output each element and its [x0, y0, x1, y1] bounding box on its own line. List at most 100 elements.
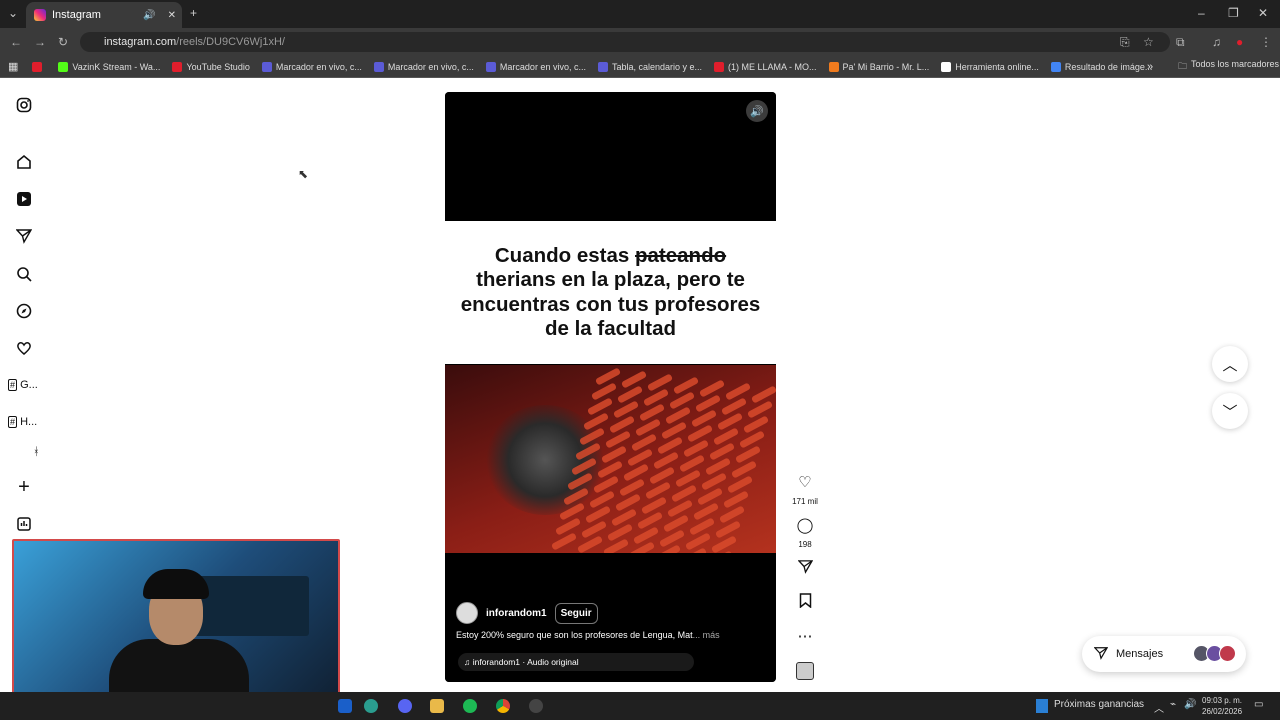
share-icon[interactable]: [790, 559, 820, 578]
minimize-icon[interactable]: –: [1198, 6, 1205, 20]
reel-video[interactable]: 🔊 Cuando estas pateando therians en la p…: [445, 92, 776, 682]
dashboard-icon[interactable]: [14, 514, 34, 534]
follow-button[interactable]: Seguir: [554, 602, 598, 624]
bookmark-item[interactable]: (1) ME LLAMA - MO...: [714, 61, 817, 72]
comment-icon[interactable]: ◯: [790, 516, 820, 534]
heart-icon[interactable]: [14, 338, 34, 358]
discord-icon[interactable]: [398, 699, 412, 713]
audio-pill[interactable]: ♫ inforandom1 · Audio original: [458, 653, 694, 671]
footage-stripe: [550, 532, 578, 551]
clock[interactable]: 09:03 p. m. 26/02/2026: [1202, 695, 1242, 717]
bookmark-favicon-icon: [172, 61, 183, 72]
back-icon[interactable]: ←: [10, 35, 22, 49]
url-field[interactable]: instagram.com/reels/DU9CV6Wj1xH/: [80, 32, 1170, 52]
bookmark-item[interactable]: Tabla, calendario y e...: [597, 61, 702, 72]
hashtag-item-2[interactable]: # H...: [8, 416, 37, 428]
more-bookmarks-icon[interactable]: »: [1147, 61, 1153, 73]
apps-grid-icon[interactable]: ▦: [8, 60, 18, 73]
footage-stripe: [672, 376, 700, 395]
footage-stripe: [654, 544, 682, 553]
bookmark-favicon-icon: [597, 61, 608, 72]
volume-icon[interactable]: 🔊: [1184, 699, 1196, 710]
footage-stripe: [640, 496, 668, 515]
author-avatar[interactable]: [456, 602, 478, 624]
bookmark-favicon-icon: [373, 61, 384, 72]
direct-icon[interactable]: [14, 226, 34, 246]
hashtag-item-1[interactable]: # G...: [8, 379, 38, 391]
close-window-icon[interactable]: ✕: [1258, 6, 1268, 20]
more-options-icon[interactable]: ⋯: [790, 627, 820, 645]
bookmark-favicon-icon: [261, 61, 272, 72]
tab-instagram[interactable]: Instagram 🔊 ✕: [26, 2, 182, 28]
instagram-icon[interactable]: [14, 95, 34, 115]
like-action[interactable]: ♡ 171 mil: [790, 473, 820, 509]
file-explorer-icon[interactable]: [430, 699, 444, 713]
footage-stripe: [604, 430, 632, 449]
tab-audio-icon[interactable]: 🔊: [143, 10, 155, 21]
spotify-icon[interactable]: [463, 699, 477, 713]
new-tab-icon[interactable]: +: [190, 6, 197, 20]
share-action[interactable]: [790, 559, 820, 578]
bookmark-favicon-icon: [485, 61, 496, 72]
explore-icon[interactable]: [14, 301, 34, 321]
network-icon[interactable]: ⌁: [1170, 699, 1176, 710]
bookmark-item[interactable]: Pa' Mi Barrio - Mr. L...: [828, 61, 929, 72]
footage-stripe: [716, 412, 744, 431]
taskbar-app-icon[interactable]: [338, 699, 352, 713]
footage-stripe: [608, 415, 636, 434]
all-bookmarks[interactable]: 🗀 Todos los marcadores: [1178, 59, 1279, 75]
direct-icon-small: [1093, 646, 1109, 663]
like-icon[interactable]: ♡: [790, 473, 820, 491]
home-icon[interactable]: [14, 152, 34, 172]
menu-icon[interactable]: ⋮: [1260, 35, 1272, 49]
bookmark-item[interactable]: VazinK Stream - Wa...: [58, 61, 160, 72]
tab-close-icon[interactable]: ✕: [168, 10, 176, 21]
footage-stripe: [712, 427, 740, 446]
audio-thumbnail[interactable]: [790, 662, 820, 685]
tab-list-icon[interactable]: ⌄: [8, 6, 18, 20]
sound-icon[interactable]: 🔊: [746, 100, 768, 122]
media-control-icon[interactable]: ♫: [1212, 35, 1221, 49]
bookmark-icon[interactable]: [790, 593, 820, 612]
reels-icon[interactable]: [14, 189, 34, 209]
footage-stripe: [674, 469, 702, 488]
bookmark-item[interactable]: Marcador en vivo, c...: [485, 61, 586, 72]
reload-icon[interactable]: ↻: [58, 35, 68, 49]
bookmark-item[interactable]: Resultado de imáge...: [1050, 61, 1152, 72]
edge-icon[interactable]: [364, 699, 378, 713]
profile-icon[interactable]: ●: [1236, 35, 1243, 49]
forward-icon[interactable]: →: [34, 35, 46, 49]
footage-stripe: [642, 388, 670, 407]
next-reel-button[interactable]: ﹀: [1212, 393, 1248, 429]
footage-stripe: [606, 523, 634, 542]
browser-tabbar: ⌄ Instagram 🔊 ✕ + – ❐ ✕: [0, 0, 1280, 28]
more-link[interactable]: ... más: [693, 630, 720, 640]
save-action[interactable]: [790, 593, 820, 612]
chrome-icon[interactable]: [496, 699, 510, 713]
footage-stripe: [722, 490, 750, 509]
notifications-icon[interactable]: ▭: [1254, 699, 1263, 710]
install-app-icon[interactable]: ⎘: [1120, 35, 1130, 50]
messages-button[interactable]: Mensajes: [1082, 636, 1246, 672]
bookmark-favicon-icon: [1050, 61, 1061, 72]
bookmark-item[interactable]: Herramienta online...: [941, 61, 1039, 72]
previous-reel-button[interactable]: ︿: [1212, 346, 1248, 382]
footage-stripe: [602, 538, 630, 553]
author-username[interactable]: inforandom1: [486, 608, 547, 619]
bookmark-item[interactable]: YouTube Studio: [172, 61, 250, 72]
obs-icon[interactable]: [529, 699, 543, 713]
audio-label: inforandom1 · Audio original: [472, 657, 579, 667]
footage-stripe: [644, 481, 672, 500]
extensions-icon[interactable]: ⧉: [1176, 35, 1185, 50]
bookmark-star-icon[interactable]: ☆: [1143, 35, 1154, 49]
bookmark-item[interactable]: Marcador en vivo, c...: [261, 61, 362, 72]
news-widget[interactable]: Próximas ganancias: [1036, 699, 1144, 713]
search-icon[interactable]: [14, 264, 34, 284]
footage-stripe: [582, 412, 610, 431]
comment-action[interactable]: ◯ 198: [790, 516, 820, 552]
bookmark-item[interactable]: [32, 61, 46, 72]
create-icon[interactable]: +: [14, 476, 34, 498]
tray-chevron-icon[interactable]: ︿: [1154, 700, 1164, 715]
bookmark-item[interactable]: Marcador en vivo, c...: [373, 61, 474, 72]
restore-icon[interactable]: ❐: [1228, 6, 1239, 20]
